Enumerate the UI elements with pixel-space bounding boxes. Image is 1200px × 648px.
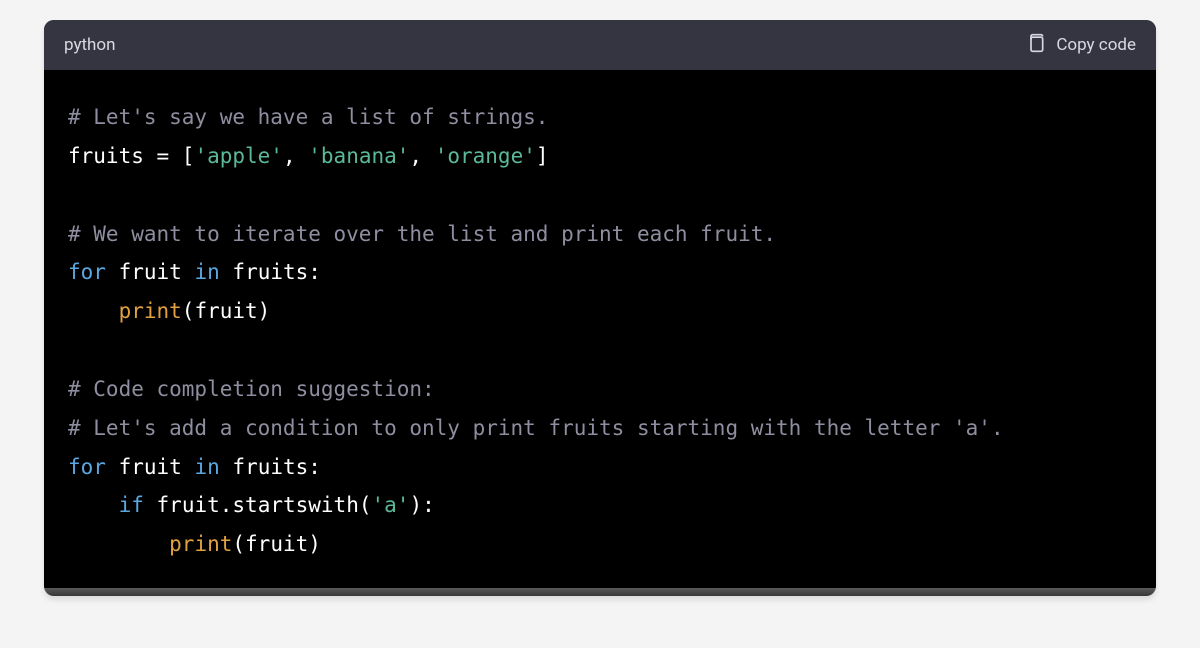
code-body: # Let's say we have a list of strings. f… — [44, 70, 1156, 588]
code-comment: # We want to iterate over the list and p… — [68, 222, 776, 246]
code-comment: # Let's say we have a list of strings. — [68, 105, 548, 129]
code-identifier: startswith — [232, 493, 358, 517]
code-keyword: in — [194, 455, 219, 479]
code-punct: : — [422, 493, 435, 517]
code-punct: ) — [409, 493, 422, 517]
code-string: 'banana' — [308, 144, 409, 168]
code-identifier: fruit — [119, 260, 182, 284]
copy-code-button[interactable]: Copy code — [1026, 32, 1136, 59]
scrollbar[interactable] — [44, 588, 1156, 596]
code-identifier: fruits — [68, 144, 144, 168]
code-block: python Copy code # Let's say we have a l… — [44, 20, 1156, 596]
code-punct: ] — [536, 144, 549, 168]
code-punct: , — [409, 144, 434, 168]
code-header: python Copy code — [44, 20, 1156, 70]
code-string: 'orange' — [435, 144, 536, 168]
code-function: print — [119, 299, 182, 323]
code-string: 'apple' — [194, 144, 283, 168]
code-punct: [ — [182, 144, 195, 168]
code-punct: = — [144, 144, 182, 168]
code-punct: , — [283, 144, 308, 168]
code-string: 'a' — [372, 493, 410, 517]
code-function: print — [169, 532, 232, 556]
code-punct: : — [308, 455, 321, 479]
code-punct: . — [220, 493, 233, 517]
code-keyword: in — [194, 260, 219, 284]
copy-code-label: Copy code — [1056, 35, 1136, 55]
code-punct: ( — [182, 299, 195, 323]
code-identifier: fruit — [194, 299, 257, 323]
code-punct: ( — [232, 532, 245, 556]
code-punct: ) — [258, 299, 271, 323]
code-identifier: fruit — [119, 455, 182, 479]
code-punct: ) — [308, 532, 321, 556]
code-identifier: fruits — [232, 455, 308, 479]
code-keyword: if — [119, 493, 144, 517]
code-comment: # Code completion suggestion: — [68, 377, 435, 401]
code-keyword: for — [68, 260, 106, 284]
clipboard-icon — [1026, 32, 1046, 59]
code-keyword: for — [68, 455, 106, 479]
code-identifier: fruit — [157, 493, 220, 517]
language-label: python — [64, 35, 116, 55]
code-punct: ( — [359, 493, 372, 517]
code-identifier: fruit — [245, 532, 308, 556]
code-comment: # Let's add a condition to only print fr… — [68, 416, 1004, 440]
code-punct: : — [308, 260, 321, 284]
code-identifier: fruits — [232, 260, 308, 284]
